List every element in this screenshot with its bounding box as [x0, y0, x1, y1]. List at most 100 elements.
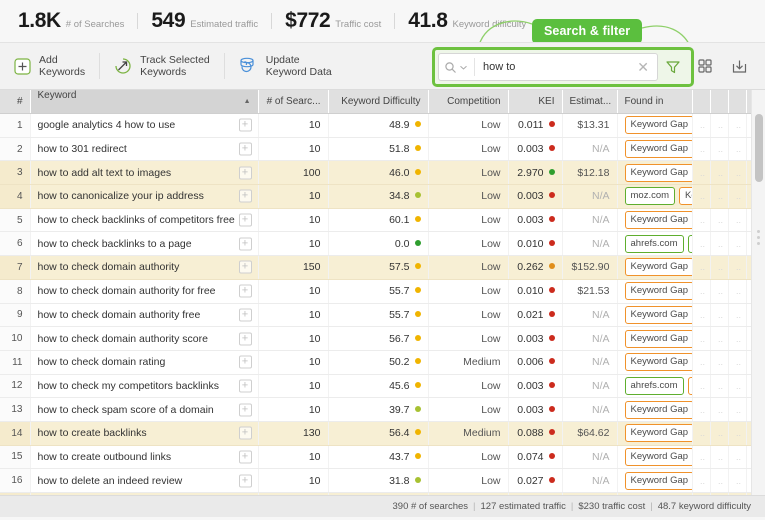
add-keyword-icon[interactable]: +: [238, 332, 252, 346]
add-keyword-icon[interactable]: +: [238, 379, 252, 393]
table-row[interactable]: 12 how to check my competitors backlinks +…: [0, 374, 765, 399]
table-row[interactable]: 17 Keyword Gap: [0, 492, 765, 495]
found-in-chip[interactable]: Keyword Gap: [624, 400, 692, 419]
found-in-chip[interactable]: Keyword Gap: [624, 258, 692, 277]
found-in-chip[interactable]: ahrefs.com: [624, 376, 684, 395]
table-row[interactable]: 4 how to canonicalize your ip address +10 3…: [0, 184, 765, 209]
column-header-comp[interactable]: Competition: [428, 90, 509, 114]
found-in-chip[interactable]: Keyword Gap: [624, 353, 692, 372]
found-in-chip[interactable]: Keyword Gap: [624, 282, 692, 301]
add-keyword-icon[interactable]: +: [238, 166, 252, 180]
table-row[interactable]: 1 google analytics 4 how to use +10 48.9 Low…: [0, 113, 765, 138]
column-header-kw[interactable]: Keyword ▲: [30, 90, 259, 114]
keyword-cell[interactable]: how to check backlinks of competitors fr…: [30, 208, 259, 233]
add-keyword-icon[interactable]: +: [238, 426, 252, 440]
found-in-chip[interactable]: Keyword Gap: [624, 447, 692, 466]
keyword-cell[interactable]: how to check domain authority score +: [30, 326, 259, 351]
table-row[interactable]: 3 how to add alt text to images +100 46.0 Lo…: [0, 160, 765, 186]
found-in-chip[interactable]: Keyword Gap: [624, 329, 692, 348]
column-header-idx[interactable]: #: [0, 90, 31, 114]
add-keyword-icon[interactable]: +: [238, 142, 252, 156]
keyword-cell[interactable]: how to delete an indeed review +: [30, 468, 259, 493]
table-row[interactable]: 7 how to check domain authority +150 57.5 Lo…: [0, 255, 765, 280]
keyword-cell[interactable]: how to check spam score of a domain +: [30, 397, 259, 422]
keyword-cell[interactable]: how to check domain rating +: [30, 350, 259, 375]
add-keywords-button[interactable]: Add Keywords: [0, 43, 99, 89]
columns-grid-button[interactable]: [691, 52, 719, 80]
found-in-chip[interactable]: Keyword Gap: [624, 163, 692, 182]
table-row[interactable]: 13 how to check spam score of a domain +10…: [0, 397, 765, 422]
table-row[interactable]: 10 how to check domain authority score +10…: [0, 326, 765, 351]
track-selected-keywords-button[interactable]: Track Selected Keywords: [100, 43, 224, 89]
column-header-x3[interactable]: [728, 90, 747, 114]
add-keyword-icon[interactable]: +: [238, 403, 252, 417]
table-row[interactable]: 6 how to check backlinks to a page +10 0.0 L…: [0, 231, 765, 257]
keyword-cell[interactable]: how to add alt text to images +: [30, 160, 259, 186]
export-button[interactable]: [725, 52, 753, 80]
keyword-cell[interactable]: [30, 492, 259, 495]
keyword-cell[interactable]: how to 301 redirect +: [30, 137, 259, 162]
keyword-difficulty-cell: 46.0: [328, 160, 429, 186]
add-keyword-icon[interactable]: +: [238, 189, 252, 203]
table-row[interactable]: 15 how to create outbound links +10 43.7 Low…: [0, 445, 765, 470]
found-in-chip[interactable]: moz.com: [624, 187, 676, 206]
table-row[interactable]: 2 how to 301 redirect +10 51.8 Low 0.003 N/A Ke…: [0, 137, 765, 162]
column-header-x1[interactable]: [692, 90, 711, 114]
keyword-cell[interactable]: how to check backlinks to a page +: [30, 231, 259, 257]
clear-search-icon[interactable]: ✕: [634, 60, 652, 74]
table-row[interactable]: 9 how to check domain authority free +10 55…: [0, 303, 765, 328]
column-header-est[interactable]: Estimat...: [562, 90, 618, 114]
add-keyword-icon[interactable]: +: [238, 450, 252, 464]
found-in-chip[interactable]: ahrefs.com: [624, 234, 684, 253]
column-header-x2[interactable]: [710, 90, 729, 114]
found-in-cell: Keyword Gap: [617, 255, 693, 280]
table-row[interactable]: 14 how to create backlinks +130 56.4 Medium 0…: [0, 421, 765, 446]
add-keyword-icon[interactable]: +: [238, 284, 252, 298]
keyword-cell[interactable]: how to create outbound links +: [30, 445, 259, 470]
keyword-cell[interactable]: how to check my competitors backlinks +: [30, 374, 259, 399]
filter-button[interactable]: [658, 53, 688, 81]
kei-status-dot: [548, 145, 555, 152]
extra-cell: ..: [692, 113, 711, 138]
column-header-srch[interactable]: # of Searc...: [258, 90, 329, 114]
search-input[interactable]: [475, 61, 635, 73]
search-mode-dropdown[interactable]: [444, 58, 475, 76]
kei-status-dot: [548, 310, 555, 317]
column-header-found[interactable]: Found in: [617, 90, 693, 114]
keyword-cell[interactable]: how to canonicalize your ip address +: [30, 184, 259, 209]
add-keyword-icon[interactable]: +: [238, 474, 252, 488]
keyword-cell[interactable]: how to check domain authority for free +: [30, 279, 259, 304]
found-in-chip[interactable]: Keyword Gap: [624, 471, 692, 490]
add-keyword-icon[interactable]: +: [238, 260, 252, 274]
found-in-chip[interactable]: Keyw: [679, 187, 692, 206]
column-header-kd[interactable]: Keyword Difficulty: [328, 90, 429, 114]
table-row[interactable]: 16 how to delete an indeed review +10 31.8 L…: [0, 468, 765, 493]
table-row[interactable]: 11 how to check domain rating +10 50.2 Mediu…: [0, 350, 765, 375]
scrollbar-thumb[interactable]: [755, 114, 763, 182]
found-in-chip[interactable]: Keyword Gap: [624, 305, 692, 324]
found-in-chip[interactable]: Keyword Gap: [624, 211, 692, 230]
found-in-chip[interactable]: Keyword Gap: [624, 116, 692, 135]
search-box[interactable]: ✕: [438, 53, 658, 81]
add-keyword-icon[interactable]: +: [238, 118, 252, 132]
table-row[interactable]: 8 how to check domain authority for free +…: [0, 279, 765, 304]
searches-cell: 10: [258, 468, 329, 493]
found-in-chip[interactable]: Ke: [687, 376, 692, 395]
keyword-cell[interactable]: how to check domain authority +: [30, 255, 259, 280]
table-row[interactable]: 5 how to check backlinks of competitors f…: [0, 208, 765, 233]
add-keyword-icon[interactable]: +: [238, 213, 252, 227]
keyword-cell[interactable]: google analytics 4 how to use +: [30, 113, 259, 138]
column-header-kei[interactable]: KEI: [508, 90, 563, 114]
update-keyword-data-label: Update Keyword Data: [265, 53, 332, 79]
keyword-text: how to add alt text to images: [37, 166, 172, 179]
vertical-scrollbar[interactable]: [751, 90, 765, 495]
found-in-chip[interactable]: link: [687, 234, 692, 253]
add-keyword-icon[interactable]: +: [238, 237, 252, 251]
found-in-chip[interactable]: Keyword Gap: [624, 140, 692, 159]
add-keyword-icon[interactable]: +: [238, 355, 252, 369]
keyword-cell[interactable]: how to create backlinks +: [30, 421, 259, 446]
update-keyword-data-button[interactable]: Update Keyword Data: [225, 43, 346, 89]
keyword-cell[interactable]: how to check domain authority free +: [30, 303, 259, 328]
add-keyword-icon[interactable]: +: [238, 308, 252, 322]
found-in-chip[interactable]: Keyword Gap: [624, 424, 692, 443]
